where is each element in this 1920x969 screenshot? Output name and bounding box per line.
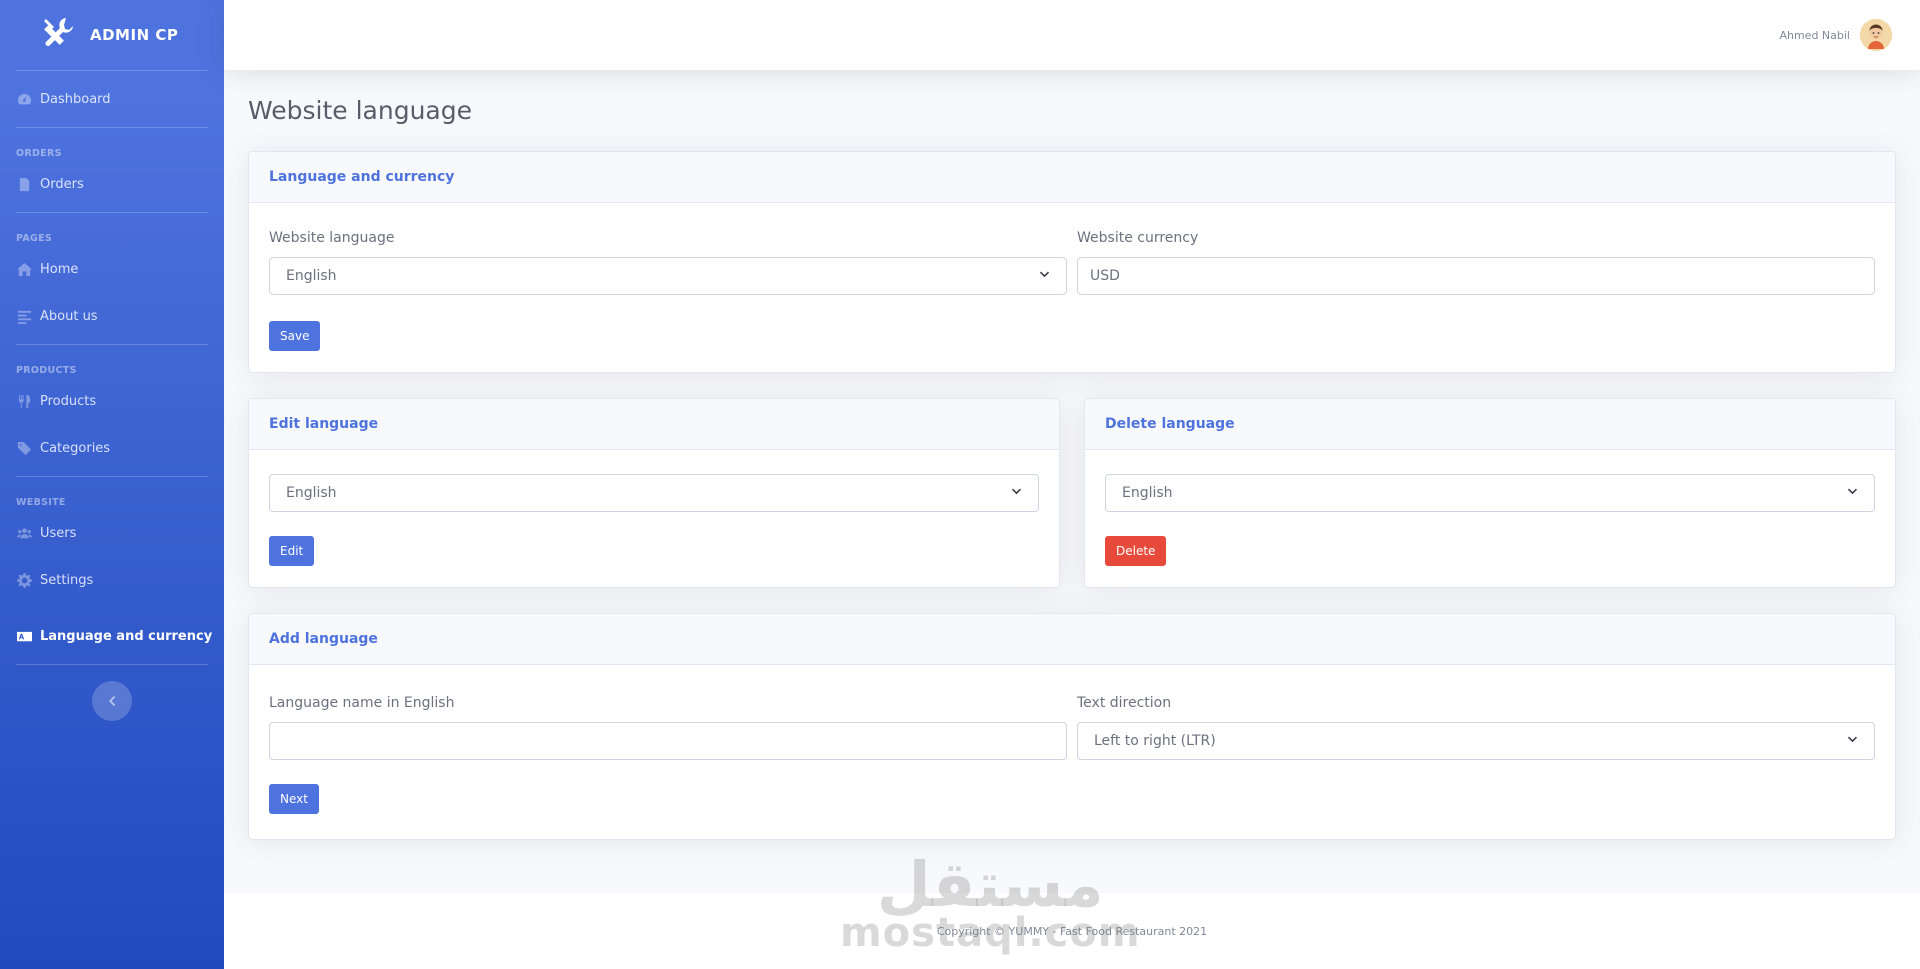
sidebar-item-label: Language and currency [40,628,213,644]
language-icon [16,628,32,644]
sidebar-item-language-currency[interactable]: Language and currency [0,608,224,664]
sidebar-heading-website: WEBSITE [16,497,66,508]
brand-link[interactable]: ADMIN CP [0,0,224,70]
page-title: Website language [248,96,472,125]
text-direction-select[interactable]: Left to right (LTR) [1077,722,1875,760]
next-button[interactable]: Next [269,784,319,814]
card-title: Edit language [249,399,1059,450]
chevron-down-icon [1847,733,1858,749]
edit-button[interactable]: Edit [269,536,315,566]
website-currency-label: Website currency [1077,230,1199,246]
tachometer-icon [16,91,32,107]
card-title: Add language [249,614,1895,665]
sidebar-item-dashboard[interactable]: Dashboard [0,71,224,127]
sidebar-item-label: Users [40,525,77,541]
language-currency-card: Language and currency Website language E… [248,151,1896,373]
avatar[interactable] [1860,19,1892,51]
sidebar-item-label: Categories [40,440,111,456]
chevron-down-icon [1039,268,1050,284]
language-name-label: Language name in English [269,695,455,711]
text-direction-label: Text direction [1077,695,1172,711]
sidebar-item-categories[interactable]: Categories [0,420,224,476]
align-left-icon [16,308,32,324]
save-button[interactable]: Save [269,321,321,351]
gear-icon [16,572,32,588]
select-value: English [286,268,337,284]
website-language-select[interactable]: English [269,257,1067,295]
tools-icon [40,15,76,55]
delete-button[interactable]: Delete [1105,536,1167,566]
chevron-down-icon [1011,485,1022,501]
chevron-down-icon [1847,485,1858,501]
brand-title: ADMIN CP [90,26,179,44]
sidebar: ADMIN CP Dashboard ORDERS Orders PAGES H… [0,0,224,969]
sidebar-item-label: Products [40,393,97,409]
sidebar-item-products[interactable]: Products [0,382,224,420]
copyright-text: Copyright © YUMMY - Fast Food Restaurant… [936,924,1208,938]
sidebar-heading-orders: ORDERS [16,148,62,159]
home-icon [16,261,32,277]
input-value: USD [1090,268,1120,284]
sidebar-item-label: Orders [40,176,84,192]
sidebar-item-orders[interactable]: Orders [0,165,224,203]
sidebar-item-label: Home [40,261,79,277]
main-content: Website language [248,70,1896,127]
select-value: English [1122,485,1173,501]
select-value: English [286,485,337,501]
utensils-icon [16,393,32,409]
users-icon [16,525,32,541]
edit-language-select[interactable]: English [269,474,1039,512]
language-name-input[interactable] [269,722,1067,760]
delete-language-card: Delete language English Delete [1084,398,1896,588]
sidebar-item-label: Dashboard [40,91,111,107]
sidebar-heading-pages: PAGES [16,233,53,244]
document-icon [16,176,32,192]
sidebar-heading-products: PRODUCTS [16,365,77,376]
sidebar-item-label: Settings [40,572,94,588]
card-title: Language and currency [249,152,1895,203]
sidebar-toggle-button[interactable] [92,681,132,721]
edit-language-card: Edit language English Edit [248,398,1060,588]
chevron-left-icon [106,692,118,711]
sidebar-item-home[interactable]: Home [0,250,224,288]
delete-language-select[interactable]: English [1105,474,1875,512]
website-currency-input[interactable]: USD [1077,257,1875,295]
footer: Copyright © YUMMY - Fast Food Restaurant… [224,893,1920,969]
sidebar-item-users[interactable]: Users [0,514,224,552]
tags-icon [16,440,32,456]
sidebar-item-label: About us [40,308,98,324]
user-name[interactable]: Ahmed Nabil [1779,29,1850,42]
select-value: Left to right (LTR) [1094,733,1216,749]
website-language-label: Website language [269,230,395,246]
sidebar-item-about[interactable]: About us [0,288,224,344]
card-title: Delete language [1085,399,1895,450]
topbar: Ahmed Nabil [224,0,1920,70]
sidebar-divider [16,664,208,665]
add-language-card: Add language Language name in English Te… [248,613,1896,840]
sidebar-item-settings[interactable]: Settings [0,552,224,608]
